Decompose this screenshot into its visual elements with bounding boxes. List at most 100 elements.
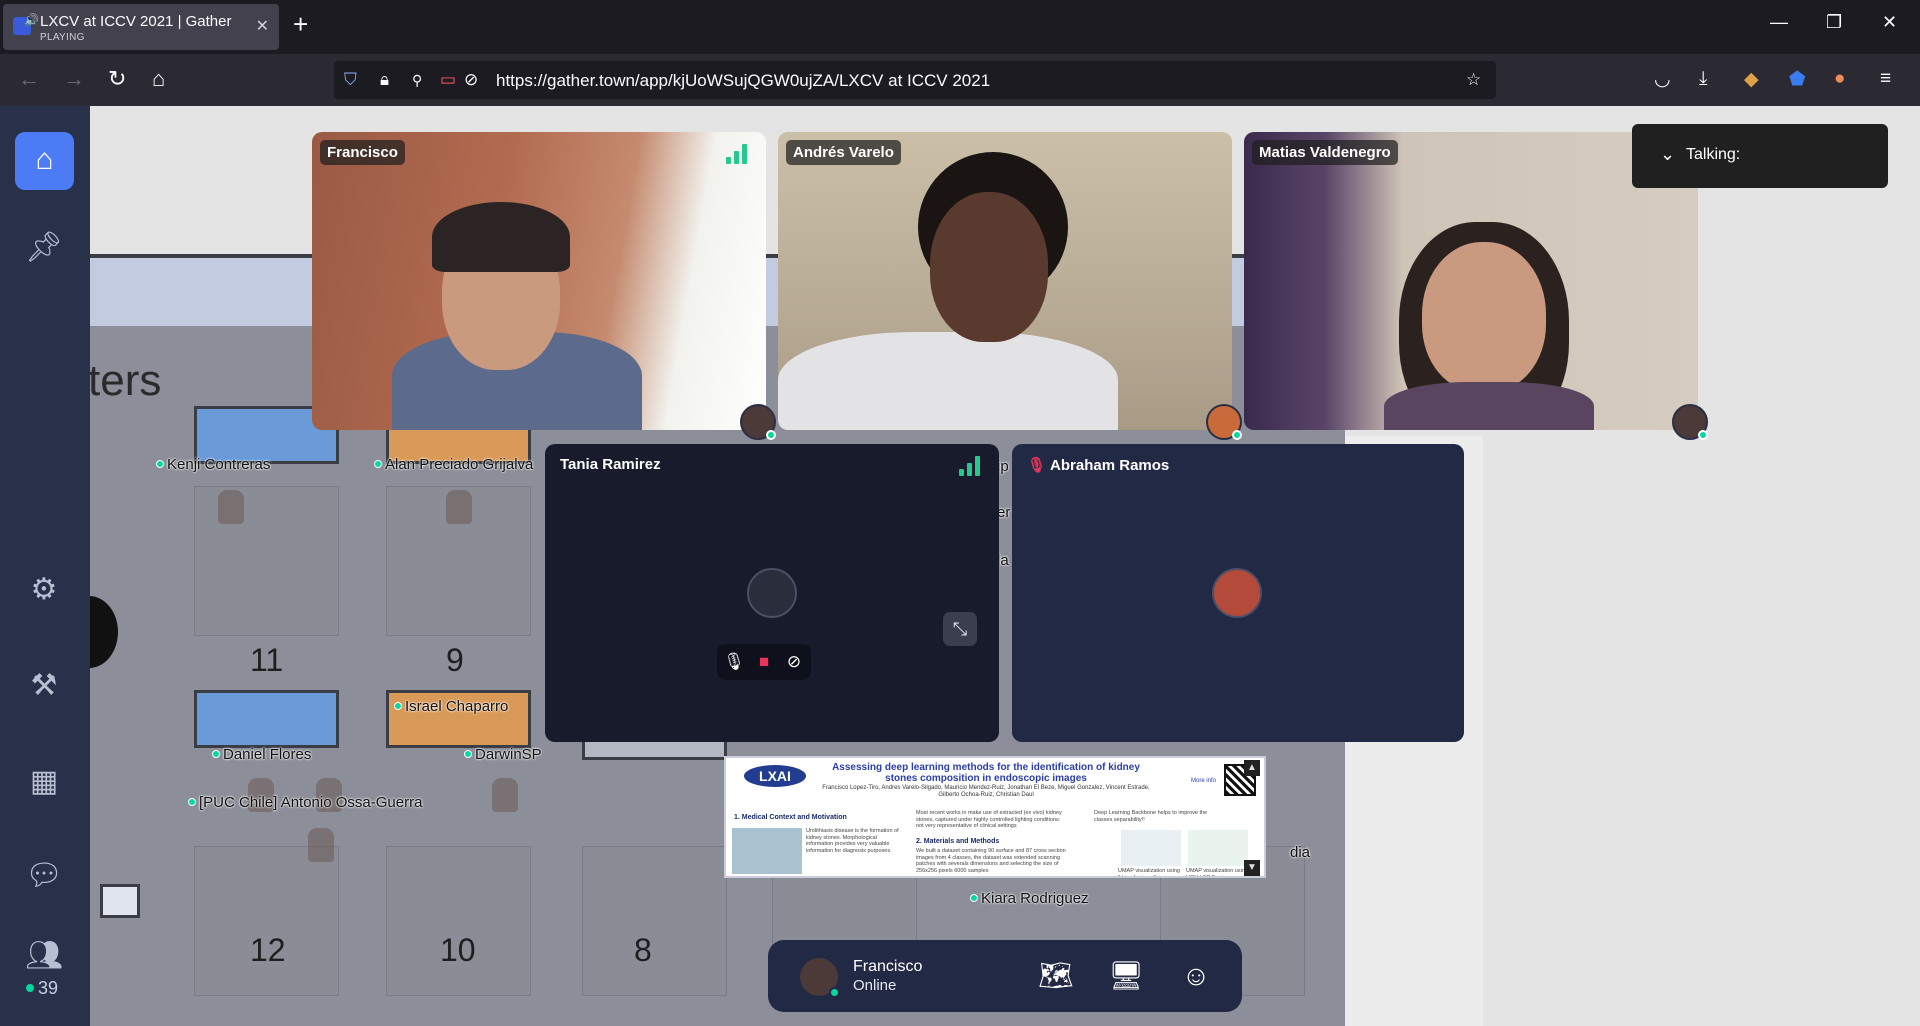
booth-area: [582, 846, 727, 996]
bookmark-star-icon[interactable]: ☆: [1466, 70, 1481, 90]
poster-section: 1. Medical Context and Motivation: [734, 814, 847, 821]
scroll-up-icon[interactable]: ▲: [1244, 760, 1260, 776]
umap-plot-image: [1121, 830, 1181, 866]
online-count: 39: [26, 978, 58, 999]
browser-tab-bar: 🔊 LXCV at ICCV 2021 | Gather PLAYING ✕ +…: [0, 0, 1920, 54]
calendar-icon[interactable]: ▦: [24, 764, 64, 799]
emoji-icon[interactable]: ☺: [1176, 958, 1216, 994]
avatar: [1212, 568, 1262, 618]
poster-text: Urolithiasis disease is the formation of…: [806, 828, 899, 854]
pin-icon[interactable]: 📌︎: [24, 230, 64, 265]
people-icon[interactable]: 👥︎: [24, 938, 64, 973]
video-person: [1422, 242, 1546, 392]
player-name[interactable]: [PUC Chile] Antonio Ossa-Guerra: [188, 794, 422, 811]
expand-icon[interactable]: ⤡: [943, 612, 977, 646]
poster-preview[interactable]: LXAI Assessing deep learning methods for…: [724, 756, 1266, 878]
poster-logo: LXAI: [744, 765, 806, 787]
browser-nav-bar: ← → ↻ ⌂ ⛉ 🔒︎ ⚲ ▭ ⊘ https://gather.town/a…: [0, 54, 1920, 106]
poster-caption: UMAP visualization using HOH-LBP Feature…: [1186, 868, 1248, 878]
shield-icon[interactable]: ⛉: [344, 70, 357, 90]
video-name-label: Matias Valdenegro: [1252, 140, 1398, 165]
poster-text: Most recent works in make use of extract…: [916, 810, 1062, 829]
menu-icon[interactable]: ≡: [1880, 68, 1891, 90]
player-name[interactable]: Alan Preciado Grijalva: [374, 456, 533, 473]
booth-number: 8: [634, 932, 652, 968]
block-icon[interactable]: ⊘: [779, 647, 809, 677]
home-icon[interactable]: ⌂: [15, 132, 74, 190]
new-tab-icon[interactable]: +: [293, 11, 308, 37]
extension-icon[interactable]: ◆: [1744, 68, 1759, 91]
scroll-down-icon[interactable]: ▼: [1244, 860, 1260, 876]
poster-caption: UMAP visualization using "deep features": [1118, 868, 1180, 878]
video-name-label: Andrés Varelo: [786, 140, 901, 165]
camera-off-icon[interactable]: ■: [749, 647, 779, 677]
browser-tab[interactable]: 🔊 LXCV at ICCV 2021 | Gather PLAYING ✕: [3, 4, 279, 50]
player-name[interactable]: Kiara Rodriguez: [970, 890, 1089, 907]
video-tile-matias-valdenegro[interactable]: Matias Valdenegro: [1244, 132, 1698, 430]
user-status[interactable]: Online: [853, 977, 896, 994]
permissions-icon[interactable]: ⚲: [412, 72, 422, 89]
video-tile-abraham-ramos[interactable]: 🎙︎ Abraham Ramos: [1012, 444, 1464, 742]
poster-desk[interactable]: [194, 690, 339, 748]
booth-number: 11: [250, 642, 284, 678]
gear-icon[interactable]: ⚙: [24, 572, 64, 607]
video-tile-andres-varelo[interactable]: Andrés Varelo: [778, 132, 1232, 430]
hammer-icon[interactable]: ⚒: [24, 668, 64, 703]
autoplay-blocked-icon[interactable]: ⊘: [464, 70, 478, 90]
player-sprite[interactable]: [446, 490, 472, 524]
booth-number: 9: [446, 642, 464, 678]
player-name[interactable]: Israel Chaparro: [394, 698, 508, 715]
player-name[interactable]: Daniel Flores: [212, 746, 311, 763]
player-sprite[interactable]: [218, 490, 244, 524]
player-sprite[interactable]: [308, 828, 334, 862]
poster-text: Deep Learning Backbone helps to improve …: [1094, 810, 1208, 823]
screen-share-icon[interactable]: 🖥︎: [1106, 958, 1146, 994]
restore-icon[interactable]: ❐: [1826, 12, 1842, 33]
extension-icon[interactable]: ⬟: [1789, 68, 1806, 91]
player-name[interactable]: Kenji Contreras: [156, 456, 270, 473]
booth-area: [194, 846, 339, 996]
close-window-icon[interactable]: ✕: [1882, 12, 1897, 33]
forward-icon[interactable]: →: [63, 66, 85, 92]
video-name-label: Francisco: [320, 140, 405, 165]
extension-icon[interactable]: ●: [1834, 68, 1845, 90]
avatar[interactable]: [800, 958, 840, 998]
umap-plot-image: [1188, 830, 1248, 866]
audio-playing-icon[interactable]: 🔊: [24, 13, 39, 27]
close-tab-icon[interactable]: ✕: [256, 16, 269, 36]
chevron-down-icon[interactable]: ⌄: [1660, 144, 1675, 165]
reload-icon[interactable]: ↻: [108, 66, 126, 92]
url-text[interactable]: https://gather.town/app/kjUoWSujQGW0ujZA…: [496, 71, 990, 91]
video-person: [930, 192, 1048, 342]
back-icon[interactable]: ←: [18, 66, 40, 92]
player-name[interactable]: dia: [1290, 844, 1310, 861]
user-name[interactable]: Francisco: [853, 958, 922, 976]
player-name[interactable]: DarwinSP: [464, 746, 542, 763]
downloads-icon[interactable]: ⤓: [1699, 68, 1707, 90]
avatar: [1206, 404, 1242, 440]
video-tile-francisco[interactable]: Francisco: [312, 132, 766, 430]
poster-more-info: More info: [1190, 778, 1216, 784]
talking-panel[interactable]: ⌄ Talking:: [1632, 124, 1888, 188]
url-bar[interactable]: ⛉ 🔒︎ ⚲ ▭ ⊘ https://gather.town/app/kjUoW…: [334, 61, 1496, 99]
pocket-icon[interactable]: ◡: [1654, 68, 1671, 91]
map-icon[interactable]: 🗺︎: [1036, 958, 1076, 994]
gather-sidebar: ⌂ 📌︎ ⚙ ⚒ ▦ 💬︎ 👥︎ 39: [0, 106, 90, 1026]
poster-image: [732, 828, 802, 874]
video-tile-tania-ramirez[interactable]: Tania Ramirez ⤡ 🎙︎ ■ ⊘: [545, 444, 999, 742]
media-controls: 🎙︎ ■ ⊘: [717, 644, 811, 680]
avatar: [1672, 404, 1708, 440]
lock-icon[interactable]: 🔒︎: [380, 70, 389, 90]
talking-label: Talking:: [1686, 146, 1741, 163]
camera-blocked-icon[interactable]: ▭: [440, 70, 456, 90]
tab-subtitle: PLAYING: [40, 32, 85, 43]
sign-object[interactable]: [100, 884, 140, 918]
chat-icon[interactable]: 💬︎: [24, 858, 64, 893]
microphone-icon[interactable]: 🎙︎: [719, 647, 749, 677]
player-sprite[interactable]: [492, 778, 518, 812]
minimize-icon[interactable]: —: [1770, 12, 1788, 33]
booth-area: [386, 846, 531, 996]
player-name[interactable]: er: [997, 504, 1010, 521]
home-browser-icon[interactable]: ⌂: [152, 66, 165, 92]
poster-section: 2. Materials and Methods: [916, 838, 1000, 845]
